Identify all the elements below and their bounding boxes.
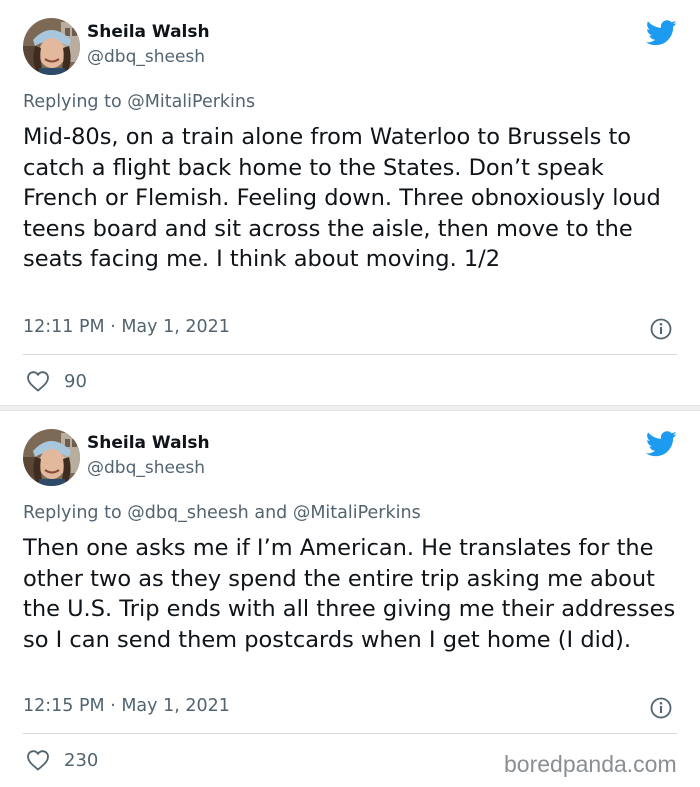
info-icon[interactable] <box>650 318 672 340</box>
divider <box>23 354 677 355</box>
like-button[interactable]: 90 <box>26 369 87 393</box>
author-name[interactable]: Sheila Walsh <box>87 433 210 453</box>
avatar[interactable] <box>23 18 80 75</box>
reply-context: Replying to @dbq_sheesh and @MitaliPerki… <box>23 503 421 523</box>
tweet-card: Sheila Walsh @dbq_sheesh Replying to @db… <box>0 411 700 787</box>
reply-mention-link[interactable]: @dbq_sheesh and @MitaliPerkins <box>127 503 420 523</box>
like-count: 230 <box>64 749 99 771</box>
heart-icon <box>27 750 49 771</box>
twitter-bird-icon[interactable] <box>646 431 677 457</box>
avatar[interactable] <box>23 429 80 486</box>
author-name[interactable]: Sheila Walsh <box>87 22 210 42</box>
heart-icon <box>27 371 49 392</box>
tweet-text: Mid-80s, on a train alone from Waterloo … <box>23 124 661 272</box>
author-handle[interactable]: @dbq_sheesh <box>87 47 205 67</box>
reply-prefix: Replying to <box>23 92 122 112</box>
reply-context: Replying to @MitaliPerkins <box>23 92 255 112</box>
tweet-card: Sheila Walsh @dbq_sheesh Replying to @Mi… <box>0 0 700 405</box>
twitter-bird-icon[interactable] <box>646 20 677 46</box>
divider <box>23 733 677 734</box>
like-button[interactable]: 230 <box>26 748 98 772</box>
tweet-timestamp[interactable]: 12:11 PM · May 1, 2021 <box>23 317 230 337</box>
info-icon[interactable] <box>650 697 672 719</box>
reply-prefix: Replying to <box>23 503 122 523</box>
reply-mention-link[interactable]: @MitaliPerkins <box>127 92 255 112</box>
tweet-text: Then one asks me if I’m American. He tra… <box>23 535 676 653</box>
watermark: boredpanda.com <box>504 751 677 777</box>
like-count: 90 <box>64 370 87 392</box>
author-handle[interactable]: @dbq_sheesh <box>87 458 205 478</box>
tweet-timestamp[interactable]: 12:15 PM · May 1, 2021 <box>23 696 230 716</box>
